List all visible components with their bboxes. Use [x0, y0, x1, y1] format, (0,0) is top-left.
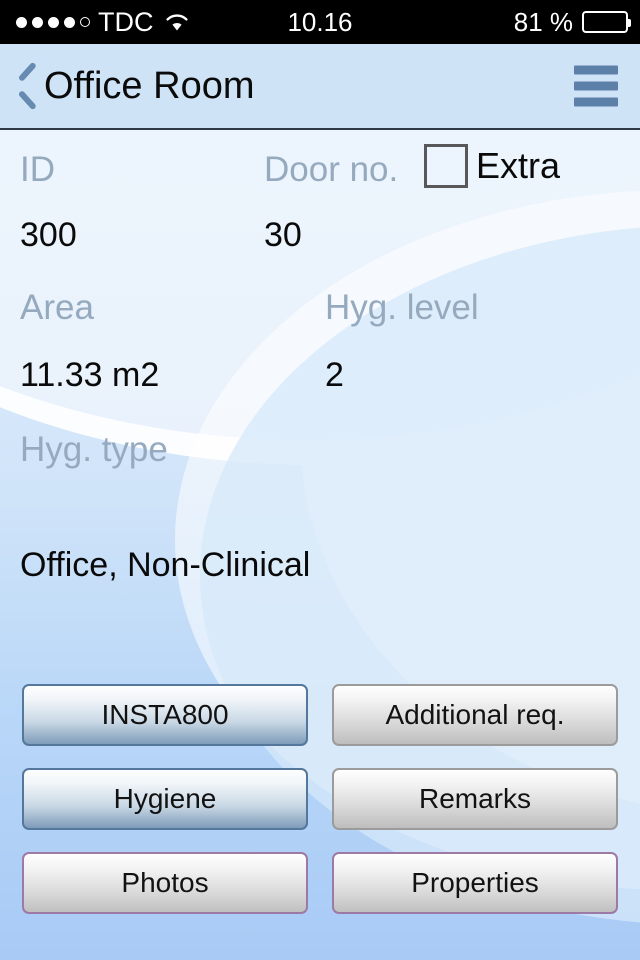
content-area: ID Door no. Extra 300 30 Area Hyg. level… — [0, 130, 640, 960]
action-button-additional-req[interactable]: Additional req. — [332, 684, 618, 746]
status-bar-right: 81 % — [513, 6, 631, 38]
navigation-bar: Office Room — [0, 44, 640, 130]
signal-dot-4 — [64, 16, 75, 28]
extra-checkbox[interactable] — [424, 144, 468, 188]
wifi-icon — [164, 12, 190, 32]
value-area: 11.33 m2 — [20, 356, 160, 394]
value-id: 300 — [20, 216, 77, 254]
signal-dot-5 — [80, 17, 90, 27]
value-door-no: 30 — [264, 216, 302, 254]
signal-strength-icon — [16, 16, 90, 28]
signal-dot-3 — [48, 16, 59, 28]
action-button-properties[interactable]: Properties — [332, 852, 618, 914]
label-area: Area — [20, 288, 94, 327]
room-details-form: ID Door no. Extra 300 30 Area Hyg. level… — [0, 144, 640, 592]
signal-dot-2 — [32, 16, 43, 28]
back-button[interactable]: Office Room — [0, 66, 254, 106]
action-button-remarks[interactable]: Remarks — [332, 768, 618, 830]
row-labels-id-door: ID Door no. Extra — [20, 144, 620, 196]
action-button-insta800[interactable]: INSTA800 — [22, 684, 308, 746]
row-label-hyg-type: Hyg. type — [20, 432, 620, 476]
row-values-id-door: 300 30 — [20, 218, 620, 262]
hamburger-bar-3 — [574, 97, 618, 107]
signal-dot-1 — [16, 16, 27, 28]
action-button-photos[interactable]: Photos — [22, 852, 308, 914]
carrier-label: TDC — [98, 6, 154, 37]
hamburger-bar-1 — [574, 65, 618, 75]
battery-percent-label: 81 % — [513, 6, 573, 37]
row-labels-area-hyglevel: Area Hyg. level — [20, 290, 620, 334]
chevron-left-icon — [14, 66, 40, 106]
page-title: Office Room — [44, 65, 255, 107]
label-hyg-type: Hyg. type — [20, 430, 168, 469]
action-button-grid: INSTA800 Additional req. Hygiene Remarks Pho… — [0, 684, 640, 914]
row-values-area-hyglevel: 11.33 m2 2 — [20, 358, 620, 402]
label-door-no: Door no. — [264, 150, 399, 189]
action-button-hygiene[interactable]: Hygiene — [22, 768, 308, 830]
battery-icon — [582, 11, 631, 33]
status-bar: TDC 10.16 81 % — [0, 0, 640, 44]
battery-nub — [628, 19, 631, 27]
value-hyg-level: 2 — [325, 356, 344, 394]
label-hyg-level: Hyg. level — [325, 288, 479, 327]
value-hyg-type: Office, Non-Clinical — [20, 546, 311, 584]
hamburger-bar-2 — [574, 81, 618, 91]
extra-label: Extra — [476, 145, 561, 186]
row-value-hyg-type: Office, Non-Clinical — [20, 548, 620, 592]
extra-checkbox-group[interactable]: Extra — [424, 144, 560, 188]
hamburger-menu-icon[interactable] — [574, 65, 618, 107]
app-screen: TDC 10.16 81 % Office Room ID Door no. E… — [0, 0, 640, 960]
label-id: ID — [20, 150, 55, 189]
status-bar-left: TDC — [0, 7, 190, 38]
